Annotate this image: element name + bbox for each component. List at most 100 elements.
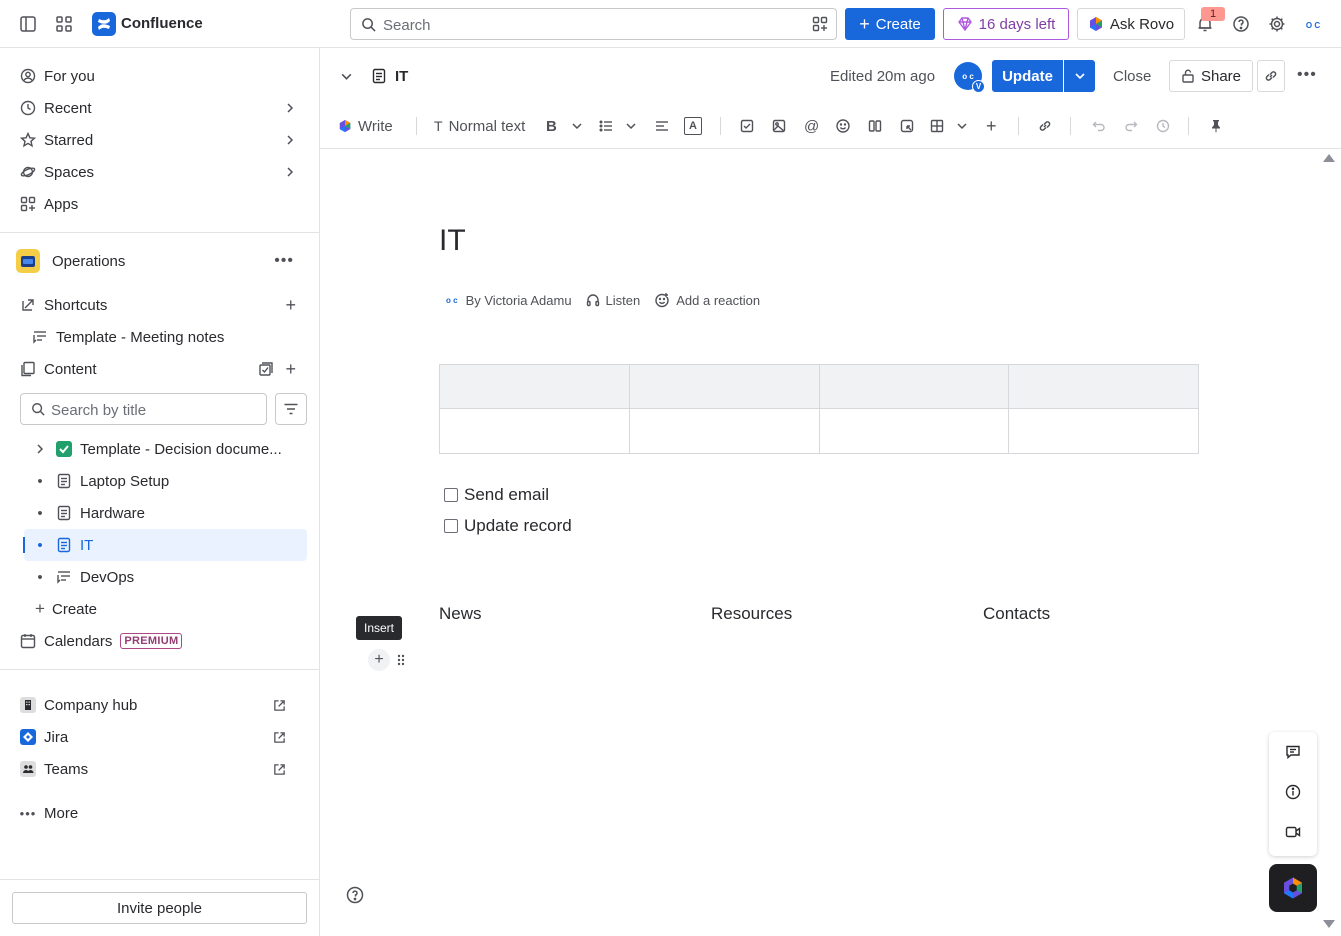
table-cell[interactable] [439, 408, 630, 454]
sidebar-item-more[interactable]: ••• More [12, 797, 308, 829]
write-ai-button[interactable]: Write [338, 116, 393, 136]
more-actions-icon[interactable]: ••• [1297, 66, 1317, 84]
search-input[interactable] [383, 15, 803, 35]
text-style-dropdown[interactable]: T Normal text [434, 116, 525, 136]
drag-handle-icon[interactable] [396, 652, 406, 668]
task-checkbox[interactable] [444, 488, 458, 502]
confluence-logo-icon[interactable] [92, 12, 116, 36]
tree-item-devops[interactable]: • DevOps [24, 561, 307, 593]
history-icon[interactable] [1156, 116, 1170, 136]
page-title[interactable]: IT [439, 224, 466, 258]
table-header-cell[interactable] [818, 364, 1010, 409]
tree-item-decision-document[interactable]: Template - Decision docume... [24, 433, 307, 465]
external-link-icon[interactable] [273, 763, 286, 776]
update-button[interactable]: Update [992, 60, 1063, 92]
table-header-cell[interactable] [1008, 364, 1199, 409]
table-icon[interactable] [930, 116, 944, 136]
listen-button[interactable]: Listen [606, 293, 641, 308]
search-filter-icon[interactable] [812, 16, 828, 32]
author-name[interactable]: By Victoria Adamu [466, 293, 572, 308]
sidebar-toggle-icon[interactable] [16, 12, 40, 36]
undo-icon[interactable] [1092, 116, 1106, 136]
insert-block-plus-icon[interactable]: + [368, 649, 390, 671]
bold-icon[interactable]: B [546, 116, 557, 136]
ask-rovo-button[interactable]: Ask Rovo [1077, 8, 1185, 40]
table-cell[interactable] [818, 408, 1010, 454]
help-icon[interactable] [346, 886, 364, 904]
comments-icon[interactable] [1283, 742, 1303, 762]
trial-days-button[interactable]: 16 days left [943, 8, 1069, 40]
sidebar-item-for-you[interactable]: For you [12, 60, 308, 92]
layout-column-resources[interactable]: Resources [711, 604, 792, 624]
sidebar-item-apps[interactable]: Apps [12, 188, 308, 220]
chevron-right-icon[interactable] [284, 166, 296, 178]
insert-plus-icon[interactable]: + [986, 116, 997, 136]
copy-link-button[interactable] [1257, 60, 1285, 92]
sidebar-item-recent[interactable]: Recent [12, 92, 308, 124]
chevron-right-icon[interactable] [284, 102, 296, 114]
space-header-operations[interactable]: Operations ••• [8, 245, 304, 277]
layout-column-contacts[interactable]: Contacts [983, 604, 1050, 624]
breadcrumb-page-title[interactable]: IT [395, 68, 408, 85]
layouts-icon[interactable] [868, 116, 882, 136]
rovo-chat-button[interactable] [1269, 864, 1317, 912]
external-link-icon[interactable] [273, 699, 286, 712]
app-brand-name[interactable]: Confluence [121, 15, 203, 32]
shortcut-item-meeting-notes[interactable]: Template - Meeting notes [24, 321, 308, 353]
text-color-icon[interactable]: A [684, 116, 702, 136]
global-search[interactable] [350, 8, 837, 40]
external-link-icon[interactable] [273, 731, 286, 744]
video-icon[interactable] [1283, 822, 1303, 842]
share-button[interactable]: Share [1169, 60, 1253, 92]
task-checkbox[interactable] [444, 519, 458, 533]
sidebar-app-teams[interactable]: Teams [12, 753, 308, 785]
image-icon[interactable] [772, 116, 786, 136]
sidebar-app-company-hub[interactable]: Company hub [12, 689, 308, 721]
list-options-chevron-icon[interactable] [625, 116, 637, 136]
add-content-plus-icon[interactable]: + [285, 359, 296, 380]
action-item-checkbox-icon[interactable] [740, 116, 754, 136]
bulk-select-icon[interactable] [258, 361, 274, 377]
table-cell[interactable] [1008, 408, 1199, 454]
more-actions-icon[interactable]: ••• [274, 252, 294, 270]
settings-gear-icon[interactable] [1265, 12, 1289, 36]
sidebar-item-content[interactable]: Content + [12, 353, 308, 385]
layout-column-news[interactable]: News [439, 604, 482, 624]
scroll-down-arrow-icon[interactable] [1322, 918, 1336, 930]
task-label[interactable]: Update record [464, 516, 572, 536]
emoji-icon[interactable] [836, 116, 850, 136]
invite-people-button[interactable]: Invite people [12, 892, 307, 924]
user-avatar[interactable]: O C [1300, 12, 1326, 38]
info-icon[interactable] [1283, 782, 1303, 802]
chevron-down-icon[interactable] [340, 70, 353, 83]
mention-icon[interactable]: @ [804, 116, 819, 136]
pin-toolbar-icon[interactable] [1209, 116, 1223, 136]
link-icon[interactable] [1038, 116, 1052, 136]
table-options-chevron-icon[interactable] [956, 116, 968, 136]
bullet-list-icon[interactable] [599, 116, 613, 136]
sidebar-app-jira[interactable]: Jira [12, 721, 308, 753]
sidebar-item-spaces[interactable]: Spaces [12, 156, 308, 188]
search-by-title[interactable] [20, 393, 267, 425]
help-icon[interactable] [1229, 12, 1253, 36]
scroll-up-arrow-icon[interactable] [1322, 152, 1336, 164]
table-header-cell[interactable] [628, 364, 820, 409]
align-left-icon[interactable] [655, 116, 669, 136]
filter-button[interactable] [275, 393, 307, 425]
table-cell[interactable] [628, 408, 820, 454]
add-reaction-button[interactable]: Add a reaction [676, 293, 760, 308]
insert-element-icon[interactable] [900, 116, 914, 136]
app-switcher-icon[interactable] [52, 12, 76, 36]
tree-item-hardware[interactable]: • Hardware [24, 497, 307, 529]
close-button[interactable]: Close [1113, 68, 1151, 85]
chevron-right-icon[interactable] [284, 134, 296, 146]
update-options-dropdown[interactable] [1064, 60, 1095, 92]
table-header-cell[interactable] [439, 364, 630, 409]
sidebar-item-starred[interactable]: Starred [12, 124, 308, 156]
title-search-input[interactable] [51, 400, 251, 420]
tree-create-button[interactable]: + Create [28, 593, 311, 625]
task-label[interactable]: Send email [464, 485, 549, 505]
redo-icon[interactable] [1124, 116, 1138, 136]
tree-item-laptop-setup[interactable]: • Laptop Setup [24, 465, 307, 497]
chevron-right-icon[interactable] [24, 443, 56, 455]
